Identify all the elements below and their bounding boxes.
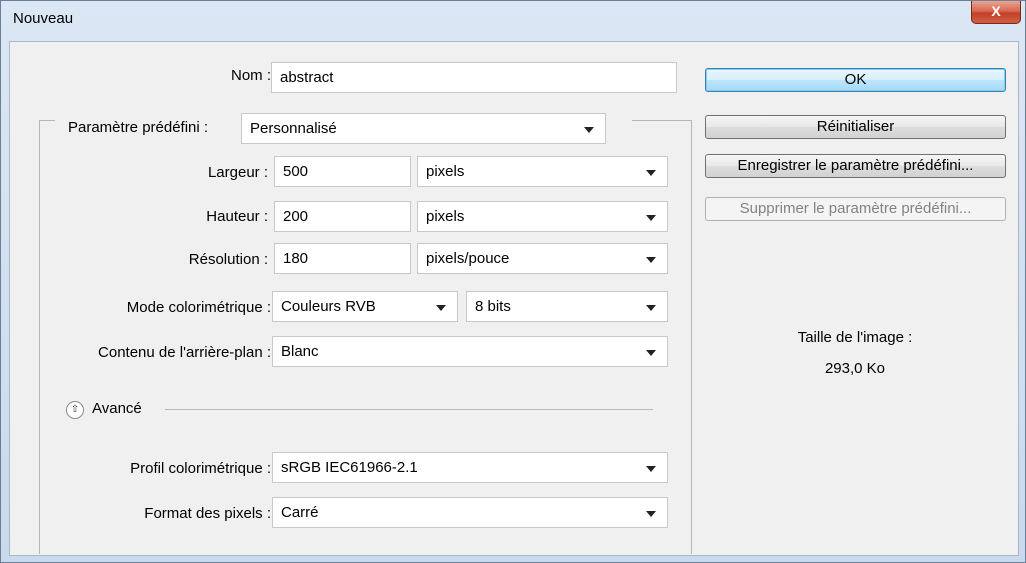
reset-button[interactable]: Réinitialiser: [705, 115, 1006, 139]
advanced-toggle-label[interactable]: Avancé: [92, 400, 142, 417]
ok-button[interactable]: OK: [705, 68, 1006, 92]
dialog-body: Nom : abstract Paramètre prédéfini : Per…: [9, 41, 1019, 556]
pixel-aspect-label: Format des pixels :: [144, 505, 271, 522]
pixel-aspect-select[interactable]: Carré: [272, 497, 668, 528]
image-size-label: Taille de l'image :: [797, 329, 913, 346]
background-label: Contenu de l'arrière-plan :: [98, 344, 271, 361]
title-bar[interactable]: Nouveau X: [1, 1, 1025, 41]
width-label: Largeur :: [207, 164, 268, 181]
chevron-down-icon: [646, 466, 656, 472]
dialog-window: Nouveau X Nom : abstract Paramètre prédé…: [0, 0, 1026, 563]
chevron-down-icon: [646, 170, 656, 176]
height-label: Hauteur :: [206, 208, 268, 225]
resolution-unit-value: pixels/pouce: [426, 250, 510, 267]
chevron-down-icon: [646, 350, 656, 356]
color-mode-value: Couleurs RVB: [281, 298, 376, 315]
preset-value: Personnalisé: [250, 120, 337, 137]
color-profile-select[interactable]: sRGB IEC61966-2.1: [272, 452, 668, 483]
height-unit-value: pixels: [426, 208, 465, 225]
name-label: Nom :: [230, 67, 271, 84]
width-input[interactable]: 500: [274, 156, 411, 187]
chevron-down-icon: [584, 127, 594, 133]
height-unit-select[interactable]: pixels: [417, 201, 668, 232]
background-select[interactable]: Blanc: [272, 336, 668, 367]
preset-label: Paramètre prédéfini :: [68, 119, 209, 136]
save-preset-button[interactable]: Enregistrer le paramètre prédéfini...: [705, 154, 1006, 178]
image-size-value: 293,0 Ko: [824, 360, 886, 377]
resolution-unit-select[interactable]: pixels/pouce: [417, 243, 668, 274]
advanced-divider: [165, 409, 653, 410]
name-input[interactable]: abstract: [271, 62, 677, 93]
color-mode-label: Mode colorimétrique :: [126, 299, 271, 316]
background-value: Blanc: [281, 343, 319, 360]
chevron-down-icon: [646, 511, 656, 517]
chevron-down-icon: [646, 305, 656, 311]
chevron-double-up-icon[interactable]: ⇧: [66, 401, 84, 419]
resolution-label: Résolution :: [188, 251, 268, 268]
height-input[interactable]: 200: [274, 201, 411, 232]
window-title: Nouveau: [13, 10, 74, 27]
chevron-down-icon: [436, 305, 446, 311]
chevron-down-icon: [646, 257, 656, 263]
preset-select[interactable]: Personnalisé: [241, 113, 606, 144]
width-unit-value: pixels: [426, 163, 465, 180]
close-button[interactable]: X: [971, 1, 1021, 24]
delete-preset-button: Supprimer le paramètre prédéfini...: [705, 197, 1006, 221]
chevron-down-icon: [646, 215, 656, 221]
color-profile-value: sRGB IEC61966-2.1: [281, 459, 418, 476]
close-icon: X: [991, 3, 1001, 19]
color-mode-select[interactable]: Couleurs RVB: [272, 291, 458, 322]
bit-depth-value: 8 bits: [475, 298, 511, 315]
width-unit-select[interactable]: pixels: [417, 156, 668, 187]
bit-depth-select[interactable]: 8 bits: [466, 291, 668, 322]
resolution-input[interactable]: 180: [274, 243, 411, 274]
color-profile-label: Profil colorimétrique :: [130, 460, 271, 477]
pixel-aspect-value: Carré: [281, 504, 319, 521]
